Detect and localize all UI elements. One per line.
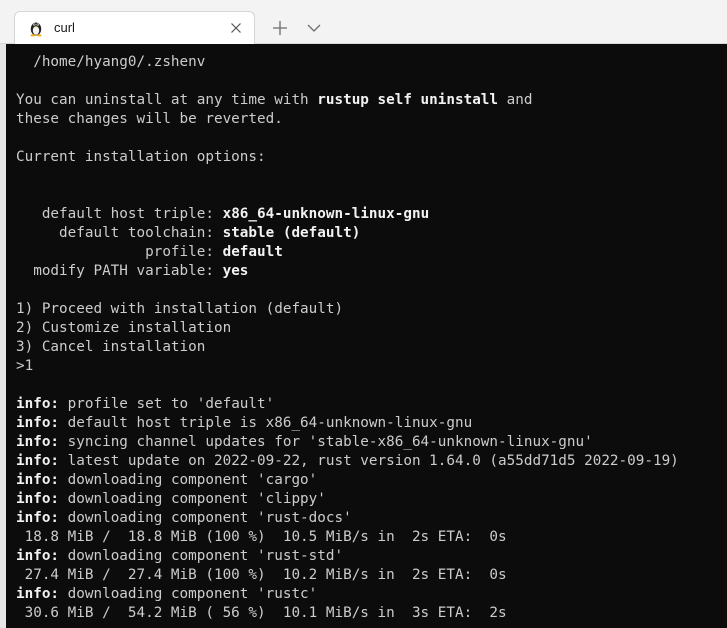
terminal-line: modify PATH variable: yes xyxy=(16,262,679,281)
terminal-text: info: xyxy=(16,586,60,602)
tab-curl[interactable]: curl xyxy=(14,11,255,44)
terminal-line: 2) Customize installation xyxy=(16,319,679,338)
terminal-text: downloading component 'cargo' xyxy=(59,472,318,488)
terminal-line: 1) Proceed with installation (default) xyxy=(16,300,679,319)
terminal-text: default host triple is x86_64-unknown-li… xyxy=(59,415,473,431)
terminal-line: default host triple: x86_64-unknown-linu… xyxy=(16,205,679,224)
terminal-text: info: xyxy=(16,510,60,526)
terminal-text: default xyxy=(222,244,283,260)
terminal-line: 27.4 MiB / 27.4 MiB (100 %) 10.2 MiB/s i… xyxy=(16,566,679,585)
terminal-text: downloading component 'rust-docs' xyxy=(59,510,352,526)
terminal-text: 30.6 MiB / 54.2 MiB ( 56 %) 10.1 MiB/s i… xyxy=(16,605,507,621)
terminal-text: info: xyxy=(16,491,60,507)
tab-title: curl xyxy=(54,20,75,35)
terminal-line: info: profile set to 'default' xyxy=(16,395,679,414)
terminal-text: profile set to 'default' xyxy=(59,396,275,412)
terminal-line: 18.8 MiB / 18.8 MiB (100 %) 10.5 MiB/s i… xyxy=(16,528,679,547)
terminal-line: >1 xyxy=(16,357,679,376)
terminal-pane[interactable]: /home/hyang0/.zshenv You can uninstall a… xyxy=(6,44,727,628)
terminal-text: 18.8 MiB / 18.8 MiB (100 %) 10.5 MiB/s i… xyxy=(16,529,507,545)
terminal-line: info: downloading component 'clippy' xyxy=(16,490,679,509)
terminal-line: default toolchain: stable (default) xyxy=(16,224,679,243)
terminal-text: downloading component 'rust-std' xyxy=(59,548,344,564)
terminal-line: info: downloading component 'rust-docs' xyxy=(16,509,679,528)
terminal-text: Current installation options: xyxy=(16,149,266,165)
terminal-text: You can uninstall at any time with xyxy=(16,92,318,108)
terminal-line: info: downloading component 'cargo' xyxy=(16,471,679,490)
terminal-text: default host triple: xyxy=(16,206,223,222)
terminal-text: info: xyxy=(16,472,60,488)
terminal-text: 2) Customize installation xyxy=(16,320,232,336)
terminal-text: these changes will be reverted. xyxy=(16,111,283,127)
terminal-text: 27.4 MiB / 27.4 MiB (100 %) 10.2 MiB/s i… xyxy=(16,567,507,583)
terminal-line: info: downloading component 'rustc' xyxy=(16,585,679,604)
terminal-text: downloading component 'clippy' xyxy=(59,491,326,507)
terminal-line: 3) Cancel installation xyxy=(16,338,679,357)
terminal-text: info: xyxy=(16,453,60,469)
terminal-text: rustup self uninstall xyxy=(317,92,499,108)
terminal-line: You can uninstall at any time with rustu… xyxy=(16,91,679,110)
terminal-line: info: latest update on 2022-09-22, rust … xyxy=(16,452,679,471)
terminal-text: stable (default) xyxy=(222,225,361,241)
linux-penguin-icon xyxy=(27,19,45,37)
terminal-text: x86_64-unknown-linux-gnu xyxy=(222,206,430,222)
terminal-text: /home/hyang0/.zshenv xyxy=(16,54,206,70)
terminal-text: >1 xyxy=(16,358,34,374)
terminal-text: syncing channel updates for 'stable-x86_… xyxy=(59,434,593,450)
terminal-text: info: xyxy=(16,415,60,431)
chevron-down-icon[interactable] xyxy=(303,17,325,39)
terminal-text: default toolchain: xyxy=(16,225,223,241)
terminal-text: downloading component 'rustc' xyxy=(59,586,318,602)
terminal-text: 1) Proceed with installation (default) xyxy=(16,301,344,317)
close-icon[interactable] xyxy=(226,18,246,38)
terminal-line: /home/hyang0/.zshenv xyxy=(16,53,679,72)
terminal-line: these changes will be reverted. xyxy=(16,110,679,129)
terminal-line: 30.6 MiB / 54.2 MiB ( 56 %) 10.1 MiB/s i… xyxy=(16,604,679,623)
terminal-output: /home/hyang0/.zshenv You can uninstall a… xyxy=(16,53,679,623)
title-bar: curl xyxy=(0,0,727,44)
terminal-text: and xyxy=(498,92,533,108)
terminal-text: profile: xyxy=(16,244,223,260)
terminal-text: modify PATH variable: xyxy=(16,263,223,279)
terminal-text: info: xyxy=(16,434,60,450)
terminal-text: 3) Cancel installation xyxy=(16,339,206,355)
terminal-text: info: xyxy=(16,548,60,564)
terminal-line: info: default host triple is x86_64-unkn… xyxy=(16,414,679,433)
terminal-line: Current installation options: xyxy=(16,148,679,167)
terminal-line: profile: default xyxy=(16,243,679,262)
terminal-line: info: syncing channel updates for 'stabl… xyxy=(16,433,679,452)
terminal-text: yes xyxy=(222,263,249,279)
terminal-line: info: downloading component 'rust-std' xyxy=(16,547,679,566)
plus-icon[interactable] xyxy=(268,17,292,39)
terminal-text: info: xyxy=(16,396,60,412)
terminal-text: latest update on 2022-09-22, rust versio… xyxy=(59,453,679,469)
